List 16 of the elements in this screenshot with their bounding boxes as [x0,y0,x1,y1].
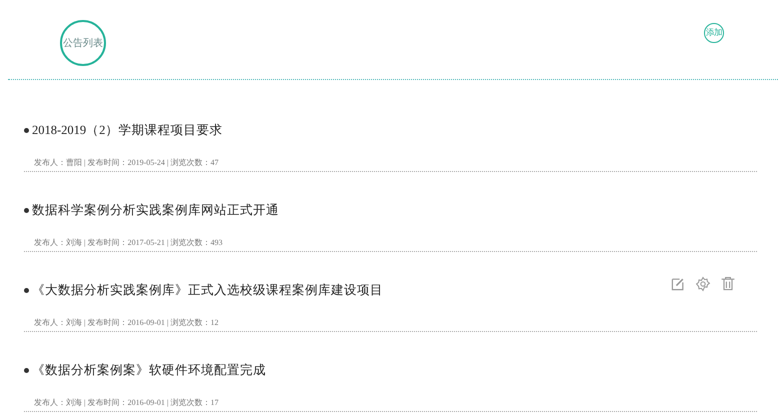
bullet-icon [24,368,29,373]
announcement-title[interactable]: 2018-2019（2）学期课程项目要求 [32,122,222,139]
bullet-icon [24,288,29,293]
page-title: 公告列表 [60,20,106,66]
bullet-icon [24,128,29,133]
announcement-title[interactable]: 《大数据分析实践案例库》正式入选校级课程案例库建设项目 [32,282,383,299]
announcement-title[interactable]: 《数据分析案例案》软硬件环境配置完成 [32,362,266,379]
bullet-icon [24,208,29,213]
announcement-meta: 发布人：刘海 | 发布时间：2016-09-01 | 浏览次数：17 [24,397,757,412]
announcement-meta: 发布人：刘海 | 发布时间：2017-05-21 | 浏览次数：493 [24,237,757,252]
edit-icon[interactable] [670,276,686,292]
settings-icon[interactable] [695,276,711,292]
trash-icon[interactable] [720,276,736,292]
announcement-meta: 发布人：刘海 | 发布时间：2016-09-01 | 浏览次数：12 [24,317,757,332]
announcement-meta: 发布人：曹阳 | 发布时间：2019-05-24 | 浏览次数：47 [24,157,757,172]
announcement-title[interactable]: 数据科学案例分析实践案例库网站正式开通 [32,202,279,219]
